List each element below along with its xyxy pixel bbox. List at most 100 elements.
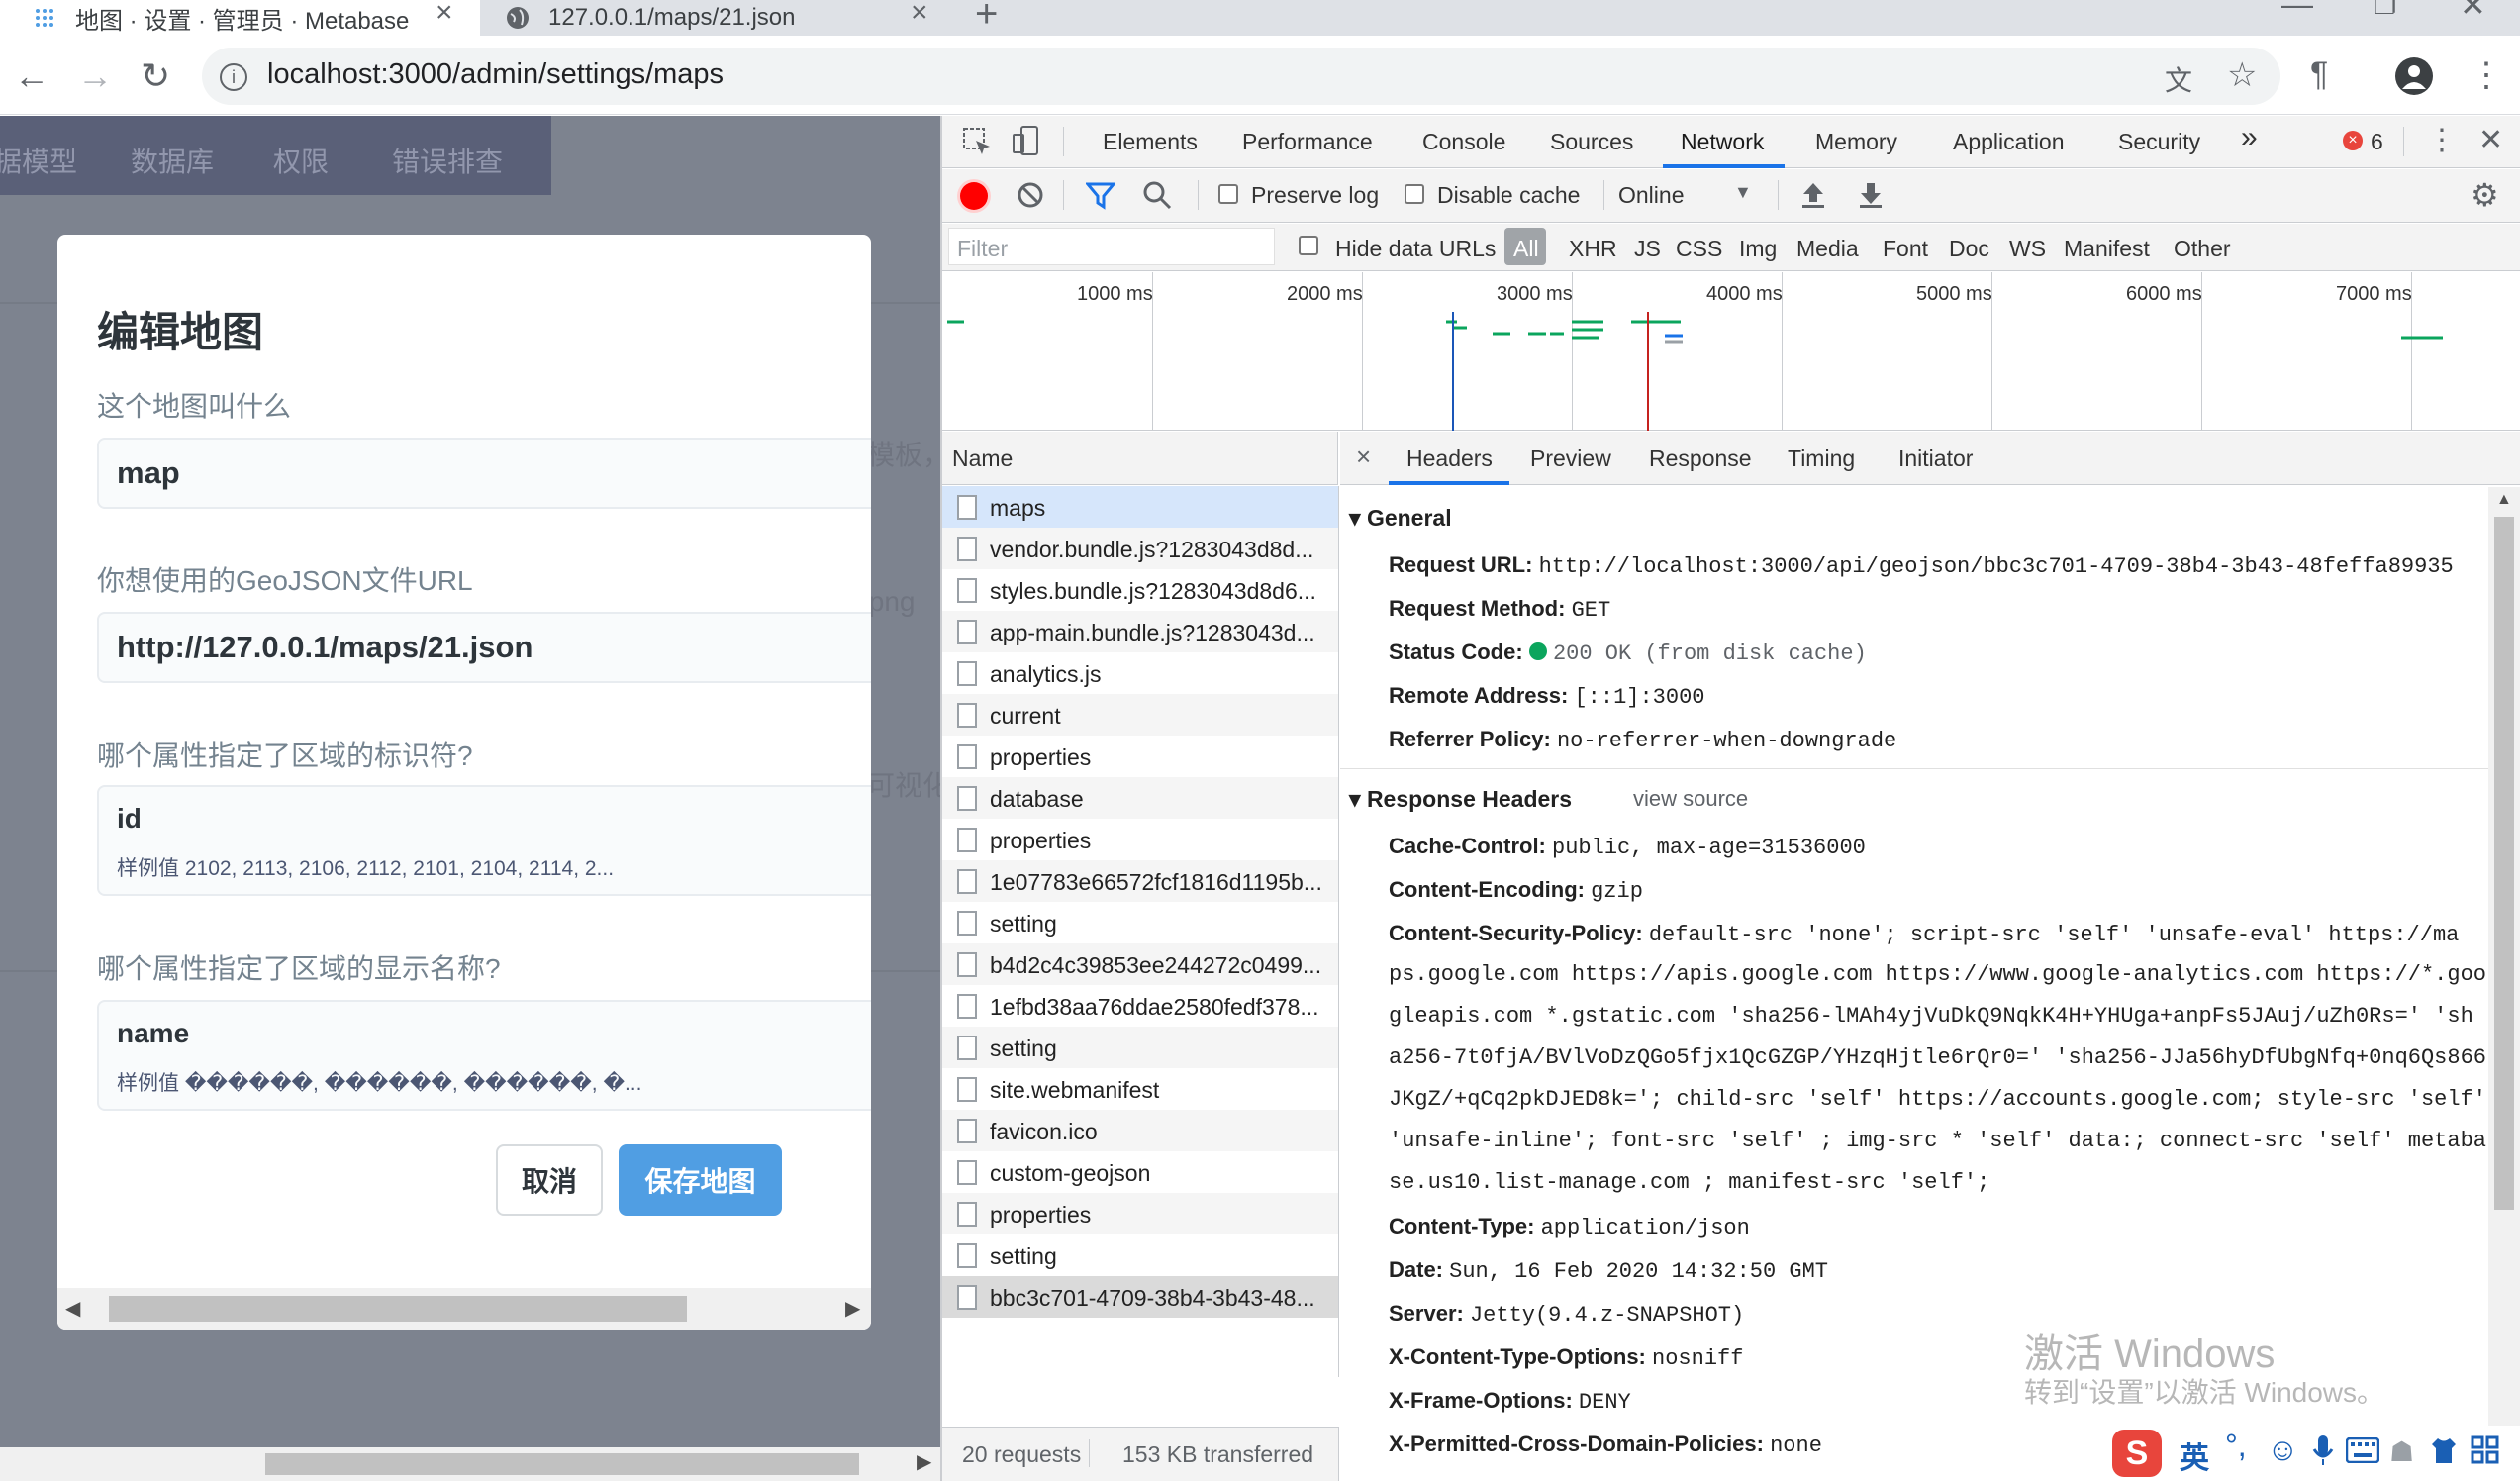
geojson-url-input[interactable]: http://127.0.0.1/maps/21.json: [97, 612, 871, 683]
request-row[interactable]: 1e07783e66572fcf1816d1195b...: [942, 860, 1338, 902]
request-row[interactable]: properties: [942, 1193, 1338, 1234]
request-row[interactable]: custom-geojson: [942, 1151, 1338, 1193]
nav-data-model[interactable]: 据模型: [0, 141, 77, 180]
filter-type-doc[interactable]: Doc: [1949, 236, 1989, 262]
request-row[interactable]: current: [942, 694, 1338, 736]
save-map-button[interactable]: 保存地图: [619, 1144, 782, 1216]
nav-permissions[interactable]: 权限: [273, 141, 329, 180]
filter-type-font[interactable]: Font: [1883, 236, 1928, 262]
request-row[interactable]: b4d2c4c39853ee244272c0499...: [942, 943, 1338, 985]
close-detail-icon[interactable]: ×: [1356, 442, 1371, 472]
filter-type-ws[interactable]: WS: [2009, 236, 2046, 262]
name-column-header[interactable]: Name: [942, 432, 1338, 485]
region-id-select[interactable]: id 样例值 2102, 2113, 2106, 2112, 2101, 210…: [97, 785, 871, 896]
reload-icon[interactable]: ↻: [141, 55, 170, 97]
ime-mode-label[interactable]: 英: [2180, 1433, 2209, 1477]
filter-type-other[interactable]: Other: [2174, 236, 2231, 262]
tab-network[interactable]: Network: [1681, 129, 1764, 155]
filter-input[interactable]: Filter: [948, 228, 1275, 265]
record-icon[interactable]: [960, 182, 988, 210]
detail-vertical-scrollbar[interactable]: ▲: [2488, 487, 2520, 1481]
clear-icon[interactable]: [1016, 180, 1045, 215]
filter-type-xhr[interactable]: XHR: [1569, 236, 1617, 262]
filter-type-js[interactable]: JS: [1634, 236, 1661, 262]
general-section-toggle[interactable]: ▾ General: [1349, 505, 1452, 532]
extension-pilcrow-icon[interactable]: ¶: [2310, 55, 2328, 94]
tab-elements[interactable]: Elements: [1103, 129, 1198, 155]
inspect-element-icon[interactable]: [962, 127, 990, 154]
request-row[interactable]: setting: [942, 1234, 1338, 1276]
tab-security[interactable]: Security: [2118, 129, 2200, 155]
close-tab-icon[interactable]: ×: [911, 0, 928, 30]
punctuation-icon[interactable]: °,: [2225, 1428, 2247, 1464]
url-text[interactable]: localhost:3000/admin/settings/maps: [267, 58, 724, 91]
request-row[interactable]: favicon.ico: [942, 1110, 1338, 1151]
keyboard-icon[interactable]: [2345, 1436, 2380, 1468]
new-tab-button[interactable]: +: [975, 0, 998, 37]
close-window-icon[interactable]: ✕: [2460, 0, 2486, 24]
minimize-icon[interactable]: —: [2281, 0, 2313, 23]
menu-kebab-icon[interactable]: ⋮: [2470, 55, 2503, 95]
request-row[interactable]: app-main.bundle.js?1283043d...: [942, 611, 1338, 652]
disable-cache-checkbox[interactable]: [1405, 184, 1424, 204]
filter-type-all[interactable]: All: [1513, 236, 1539, 262]
request-row[interactable]: setting: [942, 1027, 1338, 1068]
cancel-button[interactable]: 取消: [496, 1144, 603, 1216]
maximize-icon[interactable]: ❐: [2374, 0, 2396, 21]
toolbox-grid-icon[interactable]: [2471, 1435, 2500, 1470]
export-har-icon[interactable]: [1857, 180, 1885, 215]
modal-horizontal-scrollbar[interactable]: ◀ ▶: [57, 1288, 871, 1330]
tab-json[interactable]: 127.0.0.1/maps/21.json ×: [485, 0, 950, 36]
filter-type-img[interactable]: Img: [1739, 236, 1777, 262]
tab-sources[interactable]: Sources: [1550, 129, 1633, 155]
tab-timing[interactable]: Timing: [1788, 445, 1855, 472]
tab-metabase[interactable]: 地图 · 设置 · 管理员 · Metabase ×: [0, 0, 480, 36]
network-settings-gear-icon[interactable]: ⚙: [2471, 176, 2499, 214]
close-tab-icon[interactable]: ×: [436, 0, 453, 30]
filter-type-manifest[interactable]: Manifest: [2064, 236, 2150, 262]
filter-type-media[interactable]: Media: [1796, 236, 1859, 262]
view-source-link[interactable]: view source: [1633, 786, 1748, 812]
error-icon[interactable]: ×: [2343, 131, 2363, 150]
request-row[interactable]: properties: [942, 736, 1338, 777]
region-name-select[interactable]: name 样例值 ������, ������, ������, �...: [97, 1000, 871, 1111]
search-icon[interactable]: [1142, 180, 1172, 215]
preserve-log-checkbox[interactable]: [1218, 184, 1238, 204]
sogou-logo-icon[interactable]: S: [2112, 1430, 2162, 1477]
hide-data-urls-checkbox[interactable]: [1299, 236, 1318, 255]
tab-headers[interactable]: Headers: [1406, 445, 1493, 472]
tab-application[interactable]: Application: [1953, 129, 2065, 155]
skin-shirt-icon[interactable]: [2429, 1435, 2459, 1470]
tab-console[interactable]: Console: [1422, 129, 1505, 155]
request-row[interactable]: setting: [942, 902, 1338, 943]
response-headers-toggle[interactable]: ▾ Response Headers: [1349, 786, 1572, 813]
microphone-icon[interactable]: [2312, 1433, 2334, 1472]
error-count[interactable]: 6: [2371, 129, 2383, 155]
info-icon[interactable]: i: [220, 63, 247, 91]
map-name-input[interactable]: map: [97, 438, 871, 509]
request-row[interactable]: styles.bundle.js?1283043d8d6...: [942, 569, 1338, 611]
user-icon[interactable]: ☗: [2389, 1435, 2414, 1468]
request-row[interactable]: database: [942, 777, 1338, 819]
more-tabs-icon[interactable]: »: [2241, 121, 2258, 154]
filter-type-css[interactable]: CSS: [1676, 236, 1722, 262]
page-horizontal-scrollbar[interactable]: ▶: [0, 1447, 940, 1481]
request-row[interactable]: properties: [942, 819, 1338, 860]
chevron-down-icon[interactable]: ▼: [1734, 182, 1752, 203]
request-row[interactable]: analytics.js: [942, 652, 1338, 694]
nav-databases[interactable]: 数据库: [131, 141, 214, 180]
device-toolbar-icon[interactable]: [1012, 125, 1043, 161]
throttling-select[interactable]: Online: [1618, 182, 1684, 209]
tab-response[interactable]: Response: [1649, 445, 1752, 472]
request-row-selected[interactable]: bbc3c701-4709-38b4-3b43-48...: [942, 1276, 1338, 1318]
tab-preview[interactable]: Preview: [1530, 445, 1611, 472]
request-row[interactable]: 1efbd38aa76ddae2580fedf378...: [942, 985, 1338, 1027]
emoji-icon[interactable]: ☺: [2267, 1432, 2299, 1468]
filter-icon[interactable]: [1084, 180, 1117, 215]
tab-performance[interactable]: Performance: [1242, 129, 1373, 155]
profile-avatar-icon[interactable]: [2395, 57, 2433, 95]
request-row[interactable]: site.webmanifest: [942, 1068, 1338, 1110]
tab-initiator[interactable]: Initiator: [1898, 445, 1973, 472]
translate-icon[interactable]: ⽂: [2165, 59, 2192, 99]
nav-troubleshooting[interactable]: 错误排查: [392, 141, 503, 180]
